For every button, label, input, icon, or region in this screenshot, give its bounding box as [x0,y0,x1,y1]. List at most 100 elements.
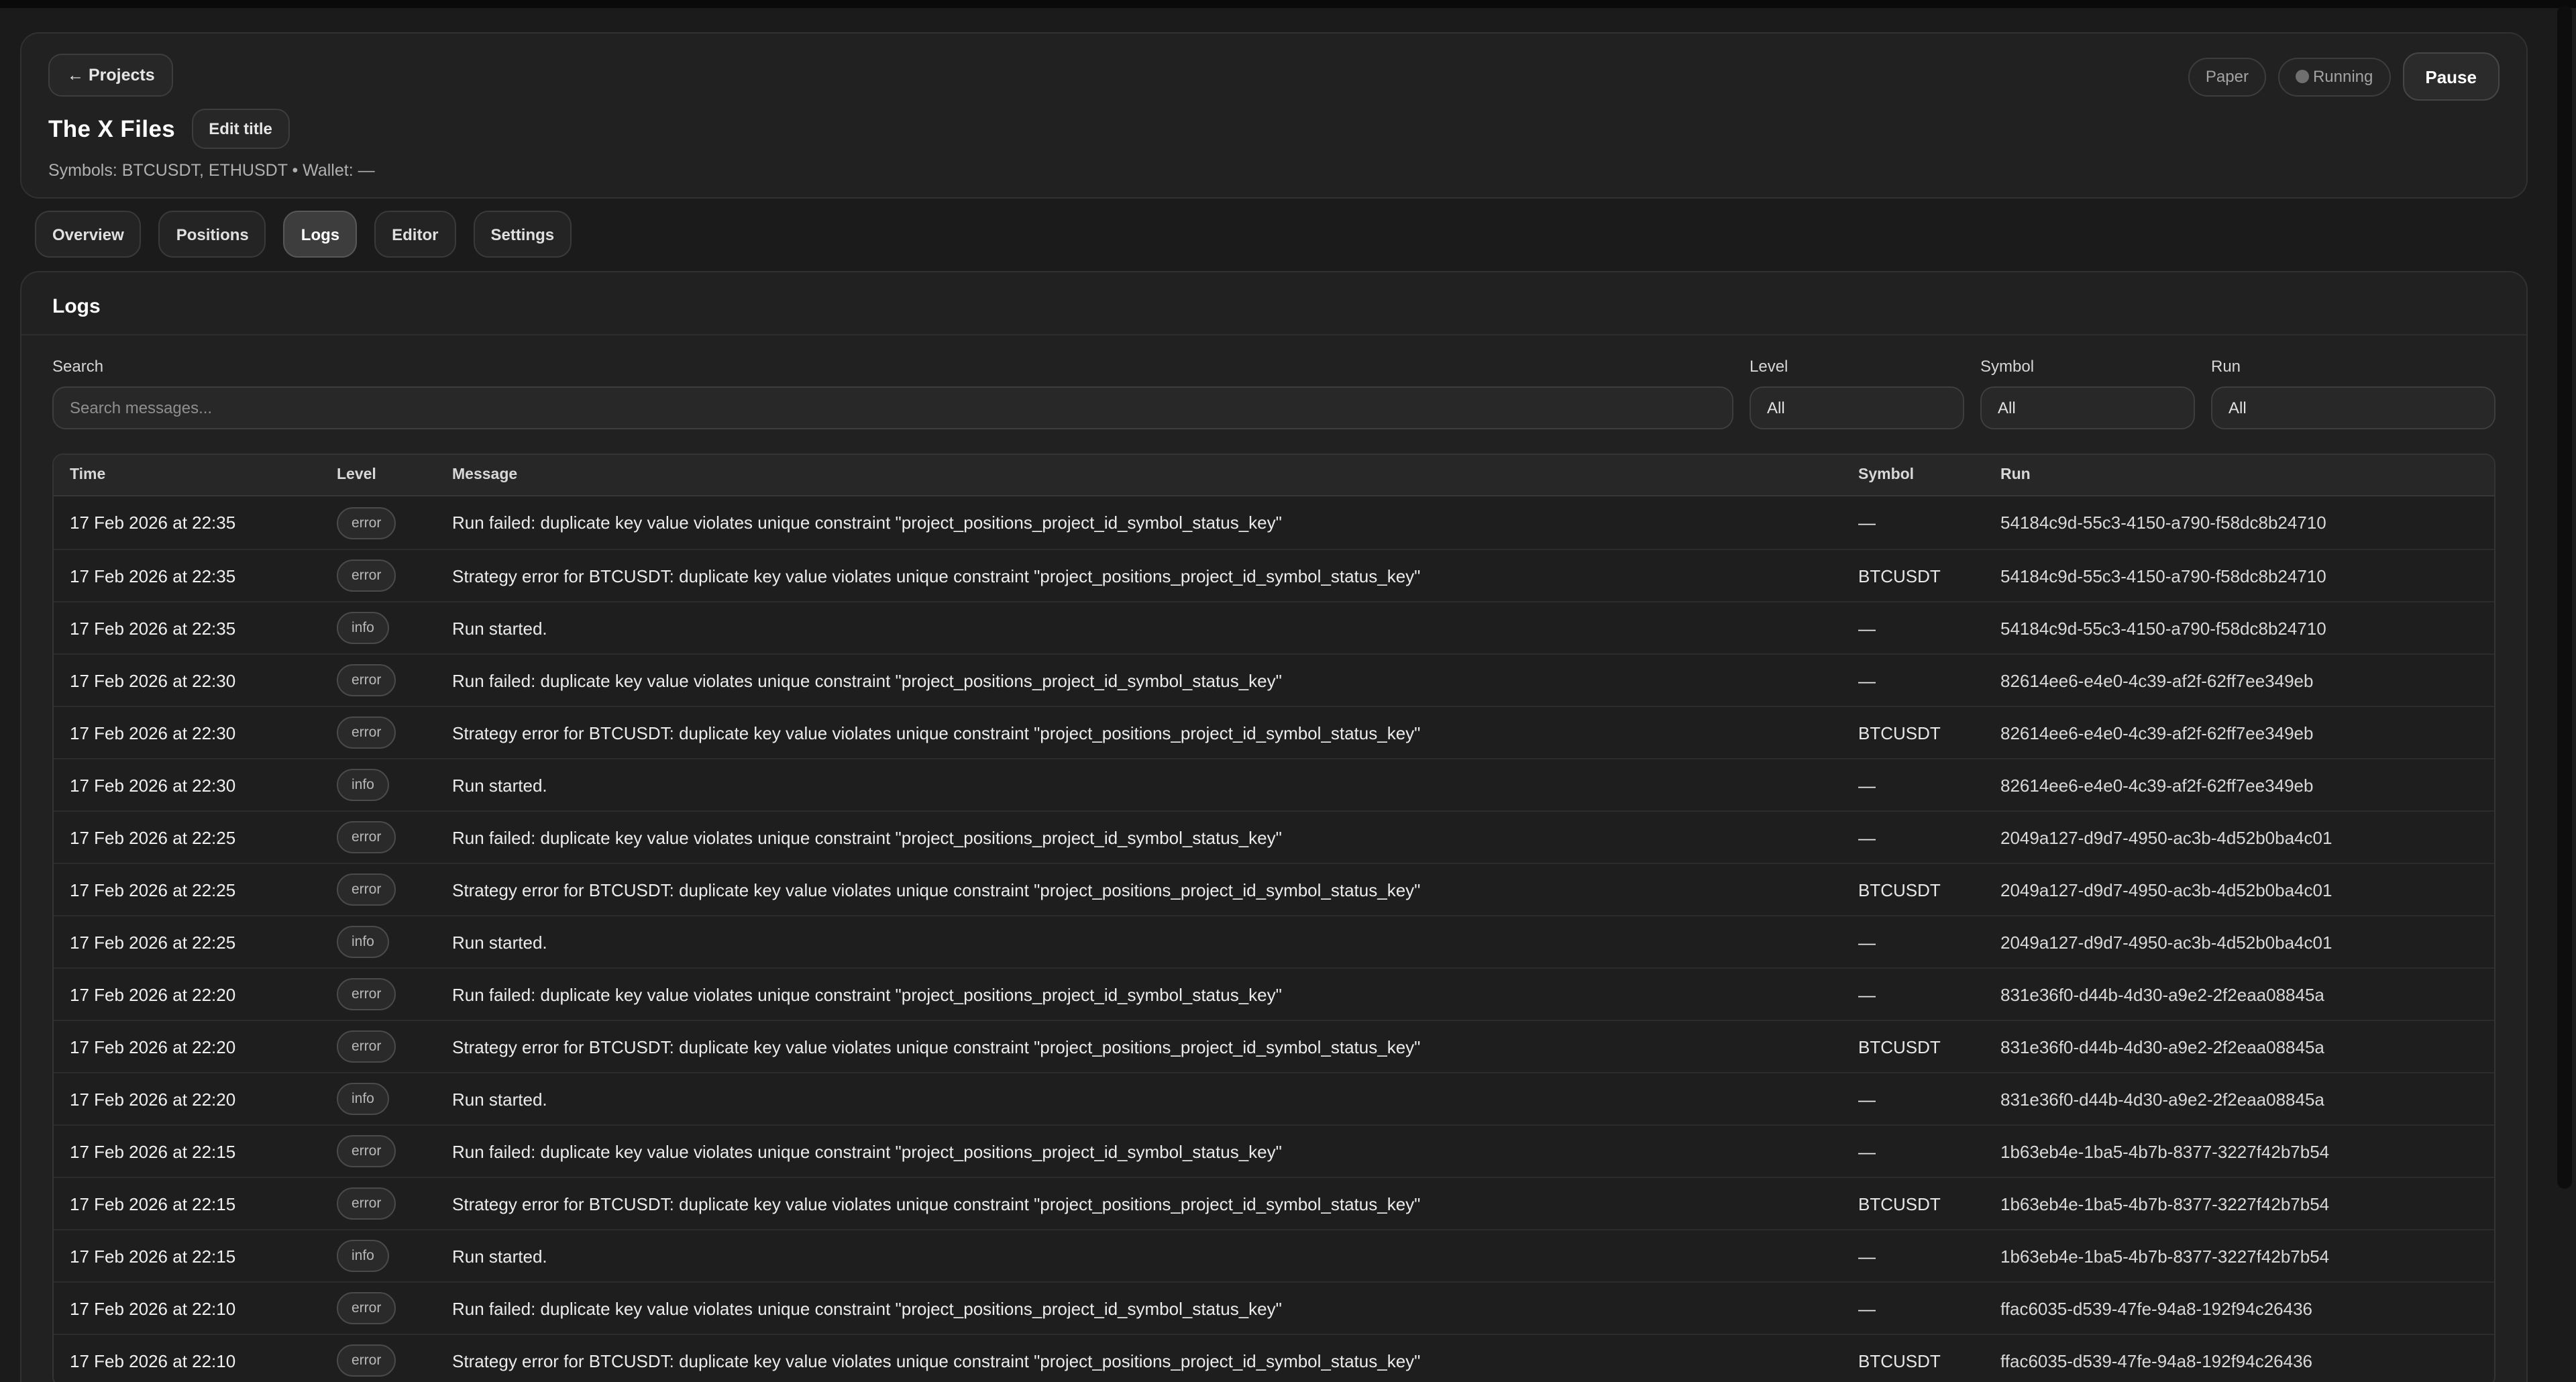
edit-title-button[interactable]: Edit title [191,109,290,149]
level-badge: info [337,1083,389,1115]
search-input[interactable] [52,386,1733,429]
log-time: 17 Feb 2026 at 22:30 [54,723,321,743]
pause-button[interactable]: Pause [2402,52,2500,101]
mode-badge-label: Paper [2206,67,2249,86]
log-symbol: — [1842,513,1984,533]
table-row: 17 Feb 2026 at 22:30infoRun started.—826… [54,758,2494,810]
tab-positions[interactable]: Positions [159,211,266,258]
log-message: Run failed: duplicate key value violates… [436,1298,1842,1318]
table-row: 17 Feb 2026 at 22:15errorRun failed: dup… [54,1124,2494,1177]
log-run: 1b63eb4e-1ba5-4b7b-8377-3227f42b7b54 [1984,1193,2494,1214]
level-badge: error [337,664,396,696]
logs-heading: Logs [21,272,2526,335]
log-run: ffac6035-d539-47fe-94a8-192f94c26436 [1984,1350,2494,1371]
tab-logs[interactable]: Logs [284,211,357,258]
logs-table: Time Level Message Symbol Run 17 Feb 202… [52,454,2496,1382]
log-run: ffac6035-d539-47fe-94a8-192f94c26436 [1984,1298,2494,1318]
log-symbol: — [1842,1246,1984,1266]
log-symbol: — [1842,1089,1984,1109]
log-level-cell: info [321,1083,436,1115]
table-row: 17 Feb 2026 at 22:15infoRun started.—1b6… [54,1229,2494,1281]
level-filter-select[interactable]: All [1750,386,1964,429]
table-row: 17 Feb 2026 at 22:25 error Run failed: dup… [54,810,2494,863]
column-header-message: Message [436,467,1842,483]
log-message: Run failed: duplicate key value violates… [436,513,1842,533]
log-level-cell: info [321,926,436,958]
log-message: Strategy error for BTCUSDT: duplicate ke… [436,1036,1842,1057]
column-header-time: Time [54,467,321,483]
log-symbol: — [1842,775,1984,795]
log-run: 82614ee6-e4e0-4c39-af2f-62ff7ee349eb [1984,723,2494,743]
symbol-filter-select[interactable]: All [1980,386,2195,429]
log-symbol: — [1842,670,1984,690]
table-row: 17 Feb 2026 at 22:35errorStrategy error … [54,549,2494,601]
status-badge: Running [2278,57,2390,96]
window-top-strip [0,0,2576,8]
log-symbol: BTCUSDT [1842,1193,1984,1214]
log-message: Run failed: duplicate key value violates… [436,670,1842,690]
log-run: 2049a127-d9d7-4950-ac3b-4d52b0ba4c01 [1984,932,2494,952]
tab-settings[interactable]: Settings [473,211,572,258]
mode-badge: Paper [2188,57,2266,96]
log-symbol: — [1842,932,1984,952]
log-symbol: BTCUSDT [1842,1036,1984,1057]
level-badge: error [337,821,396,853]
log-time: 17 Feb 2026 at 22:20 [54,1089,321,1109]
level-filter-group: Level All [1750,357,1964,429]
log-message: Strategy error for BTCUSDT: duplicate ke… [436,880,1842,900]
logs-filters: Search Level All Symbol All Run All [21,335,2526,429]
log-level-cell: error [321,1030,436,1063]
tab-editor[interactable]: Editor [374,211,455,258]
log-symbol: — [1842,1298,1984,1318]
log-message: Run started. [436,618,1842,638]
log-run: 82614ee6-e4e0-4c39-af2f-62ff7ee349eb [1984,670,2494,690]
table-row: 17 Feb 2026 at 22:10errorStrategy error … [54,1334,2494,1382]
log-time: 17 Feb 2026 at 22:25 [54,880,321,900]
log-message: Strategy error for BTCUSDT: duplicate ke… [436,566,1842,586]
table-row: 17 Feb 2026 at 22:25infoRun started.—204… [54,915,2494,967]
run-filter-label: Run [2211,357,2496,376]
table-row: 17 Feb 2026 at 22:35errorRun failed: dup… [54,496,2494,549]
log-time: 17 Feb 2026 at 22:35 [54,566,321,586]
log-message: Strategy error for BTCUSDT: duplicate ke… [436,1193,1842,1214]
log-message: Run failed: duplicate key value violates… [436,827,1842,847]
log-message: Run failed: duplicate key value violates… [436,1141,1842,1161]
log-time: 17 Feb 2026 at 22:25 [54,827,321,847]
log-run: 831e36f0-d44b-4d30-a9e2-2f2eaa08845a [1984,1036,2494,1057]
app-root: ← Projects Paper Running Pause The X Fil… [0,0,2576,1382]
symbol-filter-label: Symbol [1980,357,2195,376]
header-actions: Paper Running Pause [2188,52,2500,101]
log-level-cell: info [321,1240,436,1272]
table-row: 17 Feb 2026 at 22:20errorRun failed: dup… [54,967,2494,1020]
log-message: Strategy error for BTCUSDT: duplicate ke… [436,1350,1842,1371]
status-badge-label: Running [2313,67,2373,86]
back-to-projects-button[interactable]: ← Projects [48,54,174,97]
log-symbol: BTCUSDT [1842,1350,1984,1371]
project-subtitle: Symbols: BTCUSDT, ETHUSDT • Wallet: — [48,161,2500,180]
page-title: The X Files [48,115,175,143]
table-row: 17 Feb 2026 at 22:10errorRun failed: dup… [54,1281,2494,1334]
log-symbol: BTCUSDT [1842,723,1984,743]
log-time: 17 Feb 2026 at 22:10 [54,1298,321,1318]
level-badge: info [337,926,389,958]
log-level-cell: error [321,1344,436,1377]
column-header-run: Run [1984,467,2494,483]
log-run: 2049a127-d9d7-4950-ac3b-4d52b0ba4c01 [1984,880,2494,900]
log-level-cell: error [321,716,436,749]
log-run: 831e36f0-d44b-4d30-a9e2-2f2eaa08845a [1984,984,2494,1004]
log-time: 17 Feb 2026 at 22:15 [54,1246,321,1266]
search-filter-group: Search [52,357,1733,429]
log-level-cell: error [321,821,436,853]
log-time: 17 Feb 2026 at 22:35 [54,513,321,533]
log-run: 1b63eb4e-1ba5-4b7b-8377-3227f42b7b54 [1984,1246,2494,1266]
log-run: 54184c9d-55c3-4150-a790-f58dc8b24710 [1984,566,2494,586]
tab-overview[interactable]: Overview [35,211,142,258]
search-label: Search [52,357,1733,376]
log-run: 2049a127-d9d7-4950-ac3b-4d52b0ba4c01 [1984,827,2494,847]
run-filter-group: Run All [2211,357,2496,429]
vertical-scrollbar-thumb[interactable] [2557,5,2572,1189]
run-filter-select[interactable]: All [2211,386,2496,429]
tab-bar: Overview Positions Logs Editor Settings [35,211,572,258]
log-symbol: BTCUSDT [1842,566,1984,586]
table-header-row: Time Level Message Symbol Run [54,455,2494,496]
